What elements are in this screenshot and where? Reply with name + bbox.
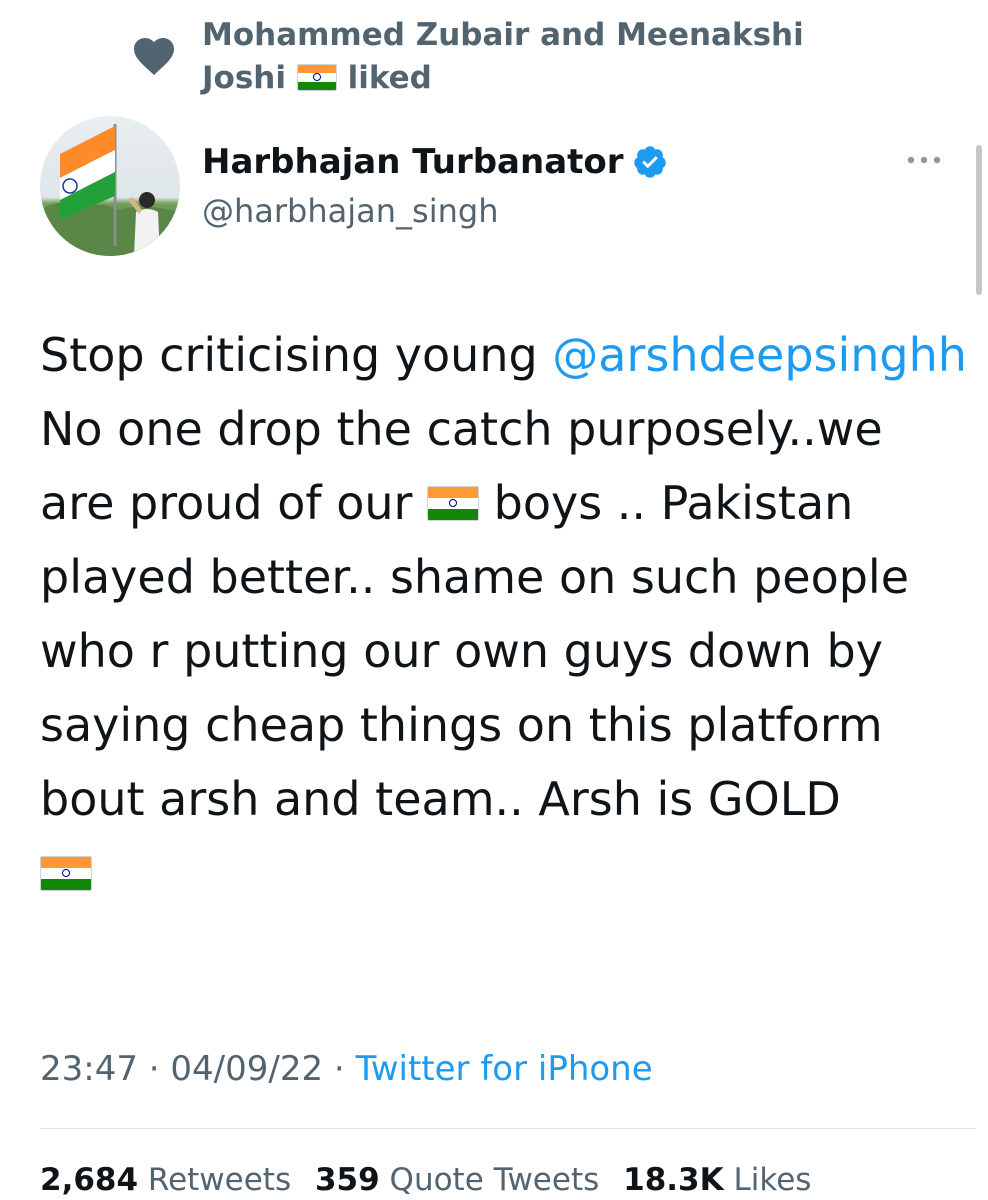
likes-stat[interactable]: 18.3K Likes xyxy=(623,1162,811,1198)
tweet-meta: 23:47 · 04/09/22 · Twitter for iPhone xyxy=(40,1046,653,1092)
retweets-label: Retweets xyxy=(147,1162,292,1198)
retweets-stat[interactable]: 2,684 Retweets xyxy=(40,1162,291,1198)
tweet-source-link[interactable]: Twitter for iPhone xyxy=(356,1049,653,1089)
quote-tweets-count: 359 xyxy=(314,1162,380,1198)
tweet-text: Stop criticising young @arshdeepsinghh N… xyxy=(40,318,970,910)
meta-separator: · xyxy=(323,1049,356,1089)
author-display-name[interactable]: Harbhajan Turbanator xyxy=(202,140,624,184)
avatar[interactable] xyxy=(40,116,180,256)
india-flag-icon xyxy=(427,486,480,521)
liked-by-text: Mohammed Zubair and Meenakshi Joshi like… xyxy=(202,14,882,100)
liked-by-names: Mohammed Zubair and Meenakshi Joshi xyxy=(202,17,804,96)
divider xyxy=(40,1128,976,1129)
meta-separator: · xyxy=(137,1049,171,1089)
scrollbar[interactable] xyxy=(976,145,982,295)
quote-tweets-stat[interactable]: 359 Quote Tweets xyxy=(315,1162,599,1198)
tweet-text-part1: Stop criticising young xyxy=(40,328,538,382)
more-options-icon[interactable] xyxy=(904,148,944,172)
likes-count: 18.3K xyxy=(623,1162,724,1198)
author-block[interactable]: Harbhajan Turbanator @harbhajan_singh xyxy=(202,140,668,232)
heart-icon xyxy=(134,38,174,75)
india-flag-icon xyxy=(296,64,337,91)
social-context[interactable]: Mohammed Zubair and Meenakshi Joshi like… xyxy=(130,14,882,100)
quote-tweets-label: Quote Tweets xyxy=(389,1162,600,1198)
author-handle[interactable]: @harbhajan_singh xyxy=(202,190,668,232)
verified-badge-icon xyxy=(633,146,666,178)
india-flag-icon xyxy=(40,856,92,891)
tweet-stats: 2,684 Retweets 359 Quote Tweets 18.3K Li… xyxy=(40,1158,825,1200)
author-name-row[interactable]: Harbhajan Turbanator xyxy=(202,140,668,184)
tweet-time: 23:47 xyxy=(40,1049,138,1089)
mention-link[interactable]: @arshdeepsinghh xyxy=(552,328,967,382)
liked-label: liked xyxy=(347,60,432,96)
tweet-date: 04/09/22 xyxy=(170,1049,324,1089)
likes-label: Likes xyxy=(733,1162,812,1198)
avatar-image xyxy=(40,124,180,256)
retweets-count: 2,684 xyxy=(40,1162,139,1198)
